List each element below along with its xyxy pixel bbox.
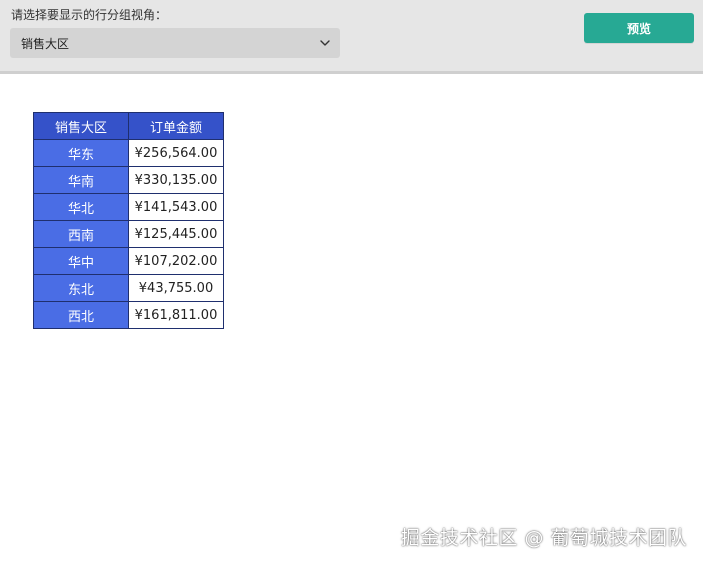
region-cell[interactable]: 华中 (33, 247, 129, 275)
table-row: 东北 ¥43,755.00 (33, 274, 224, 302)
pivot-table: 销售大区 订单金额 华东 ¥256,564.00 华南 ¥330,135.00 … (33, 112, 224, 329)
amount-cell[interactable]: ¥141,543.00 (128, 193, 224, 221)
table-row: 西北 ¥161,811.00 (33, 301, 224, 329)
region-cell[interactable]: 西北 (33, 301, 129, 329)
amount-cell[interactable]: ¥330,135.00 (128, 166, 224, 194)
amount-cell[interactable]: ¥161,811.00 (128, 301, 224, 329)
amount-cell[interactable]: ¥107,202.00 (128, 247, 224, 275)
region-cell[interactable]: 华北 (33, 193, 129, 221)
toolbar: 请选择要显示的行分组视角： 销售大区 预览 (0, 0, 703, 74)
header-amount[interactable]: 订单金额 (128, 112, 224, 140)
row-group-select-value: 销售大区 (21, 37, 70, 51)
table-row: 华东 ¥256,564.00 (33, 139, 224, 167)
region-cell[interactable]: 西南 (33, 220, 129, 248)
header-region[interactable]: 销售大区 (33, 112, 129, 140)
table-row: 华北 ¥141,543.00 (33, 193, 224, 221)
row-group-prompt-label: 请选择要显示的行分组视角： (11, 8, 168, 22)
row-group-select[interactable]: 销售大区 (10, 28, 340, 58)
watermark: 掘金技术社区 @ 葡萄城技术团队 (400, 527, 687, 549)
region-cell[interactable]: 华东 (33, 139, 129, 167)
preview-button[interactable]: 预览 (584, 13, 694, 43)
region-cell[interactable]: 东北 (33, 274, 129, 302)
table-row: 华中 ¥107,202.00 (33, 247, 224, 275)
table-header-row: 销售大区 订单金额 (33, 112, 224, 140)
amount-cell[interactable]: ¥125,445.00 (128, 220, 224, 248)
table-row: 西南 ¥125,445.00 (33, 220, 224, 248)
amount-cell[interactable]: ¥43,755.00 (128, 274, 224, 302)
amount-cell[interactable]: ¥256,564.00 (128, 139, 224, 167)
table-row: 华南 ¥330,135.00 (33, 166, 224, 194)
chevron-down-icon (320, 40, 330, 46)
region-cell[interactable]: 华南 (33, 166, 129, 194)
